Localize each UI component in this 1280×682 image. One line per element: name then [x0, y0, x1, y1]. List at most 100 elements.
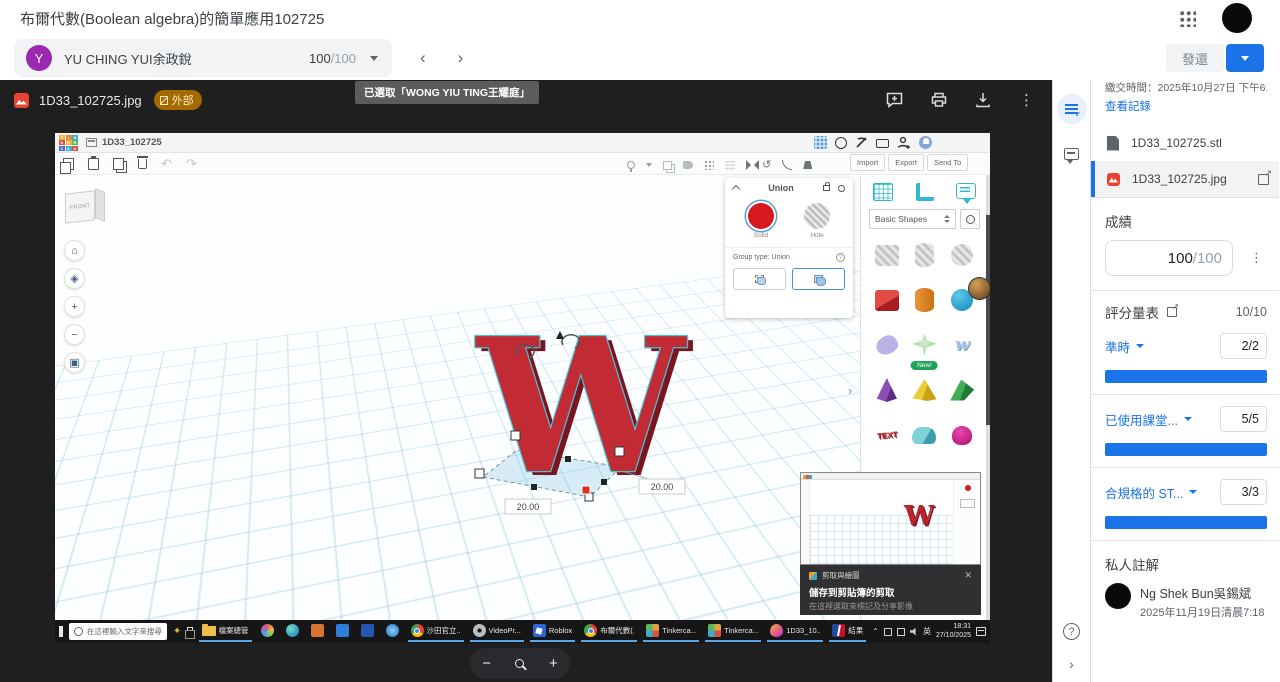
chevron-right-icon[interactable]: › [1069, 656, 1074, 672]
taskbar-icon-edge[interactable] [283, 621, 302, 642]
ruler-tool-icon[interactable] [916, 183, 934, 201]
copy-icon[interactable] [63, 158, 74, 170]
apps-grid-icon[interactable] [1178, 9, 1196, 27]
import-button[interactable]: Import [850, 154, 885, 171]
shape-wedge[interactable] [944, 374, 980, 406]
shape-squiggle[interactable]: w [944, 329, 980, 361]
ime-indicator[interactable]: 英 [923, 626, 931, 637]
view-history-link[interactable]: 查看記錄 [1105, 98, 1151, 114]
send-to-button[interactable]: Send To [927, 154, 968, 171]
duplicate-icon[interactable] [113, 158, 124, 170]
prev-student-button[interactable]: ‹ [412, 44, 434, 72]
shape-pyramid[interactable] [907, 374, 943, 406]
shape-search-button[interactable] [960, 209, 980, 229]
shape-text[interactable]: TEXT [869, 419, 905, 451]
brick-icon[interactable] [876, 139, 889, 148]
taskbar-icon-app[interactable] [383, 621, 402, 642]
file-row-jpg[interactable]: 1D33_102725.jpg [1091, 161, 1279, 197]
shape-half-sphere[interactable] [907, 419, 943, 451]
tray-icon[interactable] [884, 628, 892, 636]
shape-scribble[interactable] [869, 329, 905, 361]
account-avatar[interactable] [1222, 3, 1252, 33]
chevron-down-icon[interactable] [646, 163, 652, 167]
taskbar-item-roblox[interactable]: Roblox [530, 621, 575, 642]
add-person-icon[interactable] [897, 136, 911, 149]
shape-cone[interactable] [869, 374, 905, 406]
close-icon[interactable]: ✕ [964, 570, 972, 581]
group-icon[interactable] [663, 161, 672, 170]
criterion-name[interactable]: 已使用課堂... [1105, 410, 1178, 429]
align-icon[interactable] [704, 160, 714, 170]
workplane-tool-icon[interactable] [873, 183, 893, 201]
weight-icon[interactable] [803, 161, 812, 169]
taskbar-icon-mail[interactable] [333, 621, 352, 642]
taskbar-item-classroom[interactable]: 布爾代數(... [581, 621, 637, 642]
taskbar-item-image[interactable]: 1D33_10... [767, 621, 823, 642]
dashboard-grid-icon[interactable] [814, 136, 827, 149]
zoom-in-icon[interactable]: + [549, 656, 558, 671]
redo-icon[interactable]: ↷ [186, 156, 197, 172]
union-mode-button[interactable] [792, 268, 845, 290]
zoom-out-button[interactable]: − [64, 324, 85, 345]
view-cube[interactable]: FRONT [63, 188, 107, 228]
criterion-name[interactable]: 合規格的 ST... [1105, 483, 1183, 502]
taskbar-icon-store[interactable] [308, 621, 327, 642]
taskbar-item-tinkercad1[interactable]: Tinkerca... [643, 621, 699, 642]
grade-input[interactable]: 100/100 [1105, 240, 1233, 276]
paste-icon[interactable] [88, 158, 99, 170]
grading-tab-icon[interactable]: ✓ [1057, 94, 1087, 124]
home-view-button[interactable]: ⌂ [64, 240, 85, 261]
criterion-score-input[interactable]: 2/2 [1220, 333, 1267, 359]
solid-color-button[interactable] [748, 203, 774, 229]
shape-cylinder[interactable] [907, 284, 943, 316]
flip-icon[interactable] [746, 160, 751, 170]
student-selector[interactable]: Y YU CHING YUI余政銳 100/100 [14, 39, 392, 77]
snip-toast[interactable]: 剪取與繪圖 ✕ 儲存到剪貼簿的剪取 在這裡選取來標記及分享影像 [800, 565, 981, 615]
copilot-spark-icon[interactable]: ✦ [173, 627, 181, 637]
chevron-down-icon[interactable] [1189, 490, 1197, 494]
chevron-down-icon[interactable] [1136, 344, 1144, 348]
zoom-out-icon[interactable]: − [482, 656, 491, 671]
start-button-icon[interactable] [59, 626, 63, 637]
shape-sphere-hole[interactable] [944, 239, 980, 271]
taskbar-item-nba[interactable]: 結果 [829, 621, 866, 642]
grade-more-icon[interactable]: ⋮ [1246, 250, 1267, 266]
tray-icon[interactable] [897, 628, 905, 636]
task-view-icon[interactable] [187, 627, 192, 637]
distribute-icon[interactable] [725, 161, 735, 170]
taskbar-icon-app[interactable] [358, 621, 377, 642]
hole-button[interactable] [804, 203, 830, 229]
next-student-button[interactable]: › [450, 44, 472, 72]
shapes-scrollbar[interactable] [986, 175, 990, 620]
shape-spinner[interactable]: New! [907, 329, 943, 361]
shape-category-dropdown[interactable]: Basic Shapes [869, 209, 956, 229]
pickaxe-icon[interactable] [855, 136, 868, 149]
rotate-icon[interactable]: ↺ [762, 160, 771, 171]
gingerbread-icon[interactable] [835, 137, 847, 149]
tray-expand-icon[interactable]: ⌃ [872, 627, 879, 636]
taskbar-item-tinkercad2[interactable]: Tinkerca... [705, 621, 761, 642]
view-cube-side[interactable] [95, 188, 105, 222]
taskbar-clock[interactable]: 18:31 27/10/2025 [936, 623, 971, 640]
shape-paraboloid[interactable] [944, 419, 980, 451]
taskbar-item-explorer[interactable]: 檔案總管 [199, 621, 252, 642]
taskbar-icon-photos[interactable] [258, 621, 277, 642]
zoom-icon[interactable] [515, 659, 524, 668]
return-button[interactable]: 發還 [1166, 44, 1224, 72]
lock-icon[interactable] [823, 185, 830, 191]
hide-icon[interactable] [838, 185, 845, 192]
taskbar-item-videoproc[interactable]: VideoPr... [470, 621, 524, 642]
zoom-in-button[interactable]: + [64, 296, 85, 317]
taskbar-item-chrome-school[interactable]: 沙田官立... [408, 621, 464, 642]
shape-box[interactable] [869, 284, 905, 316]
collapse-panel-icon[interactable] [732, 185, 740, 193]
view-cube-front[interactable]: FRONT [65, 190, 95, 223]
open-in-new-icon[interactable] [1167, 307, 1177, 317]
profile-avatar-icon[interactable] [919, 136, 932, 149]
file-row-stl[interactable]: 1D33_102725.stl [1091, 125, 1279, 161]
more-options-icon[interactable]: ⋮ [1019, 91, 1034, 109]
volume-icon[interactable] [910, 628, 918, 636]
taskbar-search[interactable]: 在這裡輸入文字來搜尋 [69, 623, 167, 640]
ungroup-icon[interactable] [683, 161, 693, 169]
criterion-score-input[interactable]: 3/3 [1220, 479, 1267, 505]
